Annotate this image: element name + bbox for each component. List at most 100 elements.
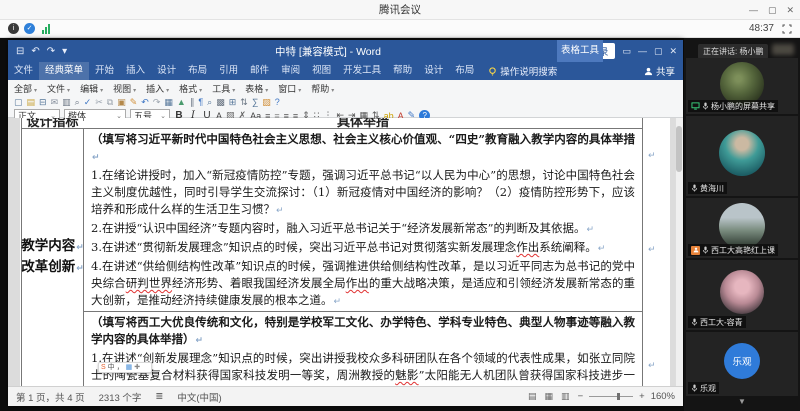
email-icon[interactable]: ✉	[51, 96, 59, 108]
paste-icon[interactable]: ▣	[117, 96, 126, 108]
table-header-row: 设计指标 具体举措	[22, 118, 642, 129]
language-indicator[interactable]: 中文(中国)	[177, 390, 221, 404]
cut-icon[interactable]: ✂	[95, 96, 103, 108]
share-button[interactable]: 共享	[644, 64, 675, 78]
avatar	[719, 130, 765, 176]
tab-经典菜单[interactable]: 经典菜单	[39, 62, 89, 80]
page-indicator[interactable]: 第 1 页，共 4 页	[16, 390, 85, 404]
maximize-icon[interactable]: ▢	[768, 5, 777, 16]
insert-chart-icon[interactable]: ▲	[177, 96, 186, 108]
zoom-level[interactable]: 160%	[651, 391, 675, 402]
participant-tile[interactable]: 西工大-容青	[686, 260, 798, 330]
meeting-toolbar: i ✓ 48:37	[0, 20, 800, 38]
participant-tile[interactable]: 西工大高艳红上课	[686, 198, 798, 258]
undo-icon[interactable]: ↶	[141, 96, 149, 108]
read-mode-icon[interactable]: ▤	[526, 391, 539, 402]
save-icon[interactable]: ⊟	[39, 96, 47, 108]
proofing-icon[interactable]: ≣	[155, 391, 163, 402]
insert-table-icon[interactable]: ▦	[164, 96, 173, 108]
spelling-icon[interactable]: ✓	[84, 96, 92, 108]
zoom-out-button[interactable]: −	[578, 391, 584, 402]
save-icon[interactable]: ⊟	[16, 46, 24, 57]
new-document-icon[interactable]: ▢	[14, 96, 23, 108]
tab-工具[interactable]: 工具	[212, 82, 235, 95]
chinese-mode-icon[interactable]: 中	[108, 363, 115, 372]
tab-格式[interactable]: 格式	[179, 82, 202, 95]
tab-设计[interactable]: 设计	[151, 62, 182, 80]
zoom-icon[interactable]: ⌕	[207, 96, 212, 108]
tell-me-search[interactable]: 操作说明搜索	[488, 64, 557, 78]
close-icon[interactable]: ✕	[786, 5, 794, 16]
participant-tile[interactable]: 乐观 乐观	[686, 332, 798, 396]
zoom-in-button[interactable]: +	[639, 391, 645, 402]
keyboard-icon[interactable]: ▦	[126, 363, 133, 372]
meeting-info-icon[interactable]: i	[8, 23, 19, 34]
tab-帮助[interactable]: 帮助	[311, 82, 334, 95]
network-signal-icon	[42, 24, 50, 34]
tab-开发工具[interactable]: 开发工具	[337, 62, 387, 80]
zoom-slider-thumb[interactable]	[617, 393, 620, 400]
participant-tile[interactable]: 黄海川	[686, 116, 798, 196]
tab-窗口[interactable]: 窗口	[278, 82, 301, 95]
customize-quick-access-icon[interactable]: ▾	[62, 46, 67, 57]
tab-引用[interactable]: 引用	[213, 62, 244, 80]
fullscreen-icon[interactable]	[782, 24, 792, 34]
redo-icon[interactable]: ↷	[47, 46, 55, 57]
toolbox-icon[interactable]: ✚	[134, 363, 140, 372]
ribbon-display-options-icon[interactable]: ▭	[622, 46, 631, 57]
copy-icon[interactable]: ⧉	[107, 96, 113, 108]
insert-cells-icon[interactable]: ⊞	[229, 96, 237, 108]
punctuation-icon[interactable]: ，	[117, 363, 124, 372]
vertical-scrollbar[interactable]	[675, 118, 683, 386]
zoom-slider[interactable]	[589, 396, 633, 397]
tab-设计[interactable]: 设计	[418, 62, 449, 80]
word-count[interactable]: 2313 个字	[99, 390, 142, 404]
tab-插入[interactable]: 插入	[146, 82, 169, 95]
formula-icon[interactable]: ∑	[252, 96, 258, 108]
sort-icon[interactable]: ⇅	[240, 96, 248, 108]
close-icon[interactable]: ✕	[669, 46, 677, 57]
minimize-icon[interactable]: —	[749, 5, 758, 15]
classic-toolbar-icons: ▢ ▤⊟ ✉▥ ⌕ ✓✂ ⧉ ▣ ✎↶ ↷▦ ▲ ∥¶ ⌕ ▩ ⊞⇅ ∑ ▨?	[8, 95, 683, 108]
participant-tile[interactable]: 杨小鹏的屏幕共享	[686, 58, 798, 114]
show-formatting-marks-icon[interactable]: ¶	[198, 96, 203, 108]
tab-表格[interactable]: 表格	[245, 82, 268, 95]
tab-邮件[interactable]: 邮件	[244, 62, 275, 80]
table-header-left: 设计指标	[22, 118, 83, 129]
person-icon	[644, 67, 653, 76]
document-area[interactable]: 设计指标 具体举措 教学内容↵改革创新↵ （填写将习近平新时代中国特色社会主义思…	[8, 118, 683, 386]
redo-icon[interactable]: ↷	[153, 96, 161, 108]
table-borders-icon[interactable]: ▩	[216, 96, 225, 108]
tab-编辑[interactable]: 编辑	[80, 82, 103, 95]
columns-icon[interactable]: ∥	[190, 96, 195, 108]
print-preview-icon[interactable]: ⌕	[75, 96, 80, 108]
tab-布局[interactable]: 布局	[182, 62, 213, 80]
tab-全部[interactable]: 全部	[14, 82, 37, 95]
undo-icon[interactable]: ↶	[31, 46, 39, 57]
print-layout-icon[interactable]: ▦	[543, 391, 556, 402]
shading-icon[interactable]: ▨	[262, 96, 271, 108]
tab-文件[interactable]: 文件	[8, 62, 39, 80]
tab-视图[interactable]: 视图	[306, 62, 337, 80]
open-icon[interactable]: ▤	[27, 96, 36, 108]
web-layout-icon[interactable]: ▥	[559, 391, 572, 402]
row-label-cell: 教学内容↵改革创新↵	[22, 129, 84, 386]
tab-审阅[interactable]: 审阅	[275, 62, 306, 80]
format-painter-icon[interactable]: ✎	[130, 96, 138, 108]
word-titlebar: ⊟↶↷▾ 中特 [兼容模式] - Word 表格工具 登录 ▭—▢✕	[8, 40, 683, 62]
tab-开始[interactable]: 开始	[89, 62, 120, 80]
input-method-logo-icon[interactable]: S	[101, 363, 106, 372]
scrollbar-thumb[interactable]	[676, 126, 682, 172]
tab-帮助[interactable]: 帮助	[387, 62, 418, 80]
meeting-protection-icon[interactable]: ✓	[24, 23, 35, 34]
help-icon[interactable]: ?	[275, 96, 280, 108]
print-icon[interactable]: ▥	[62, 96, 71, 108]
content-section-2: （填写将西工大优良传统和文化，特别是学校军工文化、办学特色、学科专业特色、典型人…	[84, 311, 642, 386]
tab-布局[interactable]: 布局	[449, 62, 480, 80]
restore-icon[interactable]: ▢	[654, 46, 663, 57]
tab-文件[interactable]: 文件	[47, 82, 70, 95]
minimize-icon[interactable]: —	[638, 46, 647, 57]
tab-视图[interactable]: 视图	[113, 82, 136, 95]
tab-插入[interactable]: 插入	[120, 62, 151, 80]
collapse-chevron-icon[interactable]: ▼	[684, 397, 800, 406]
